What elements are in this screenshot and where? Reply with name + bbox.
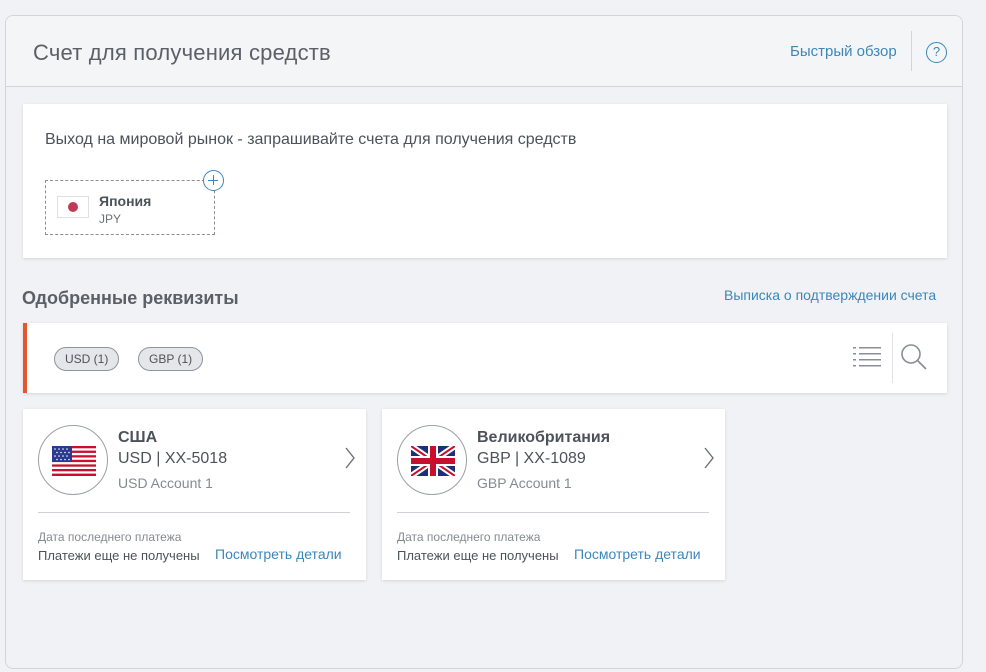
account-number: GBP | XX-1089	[477, 450, 586, 467]
add-icon[interactable]	[203, 170, 224, 191]
account-country: Великобритания	[477, 429, 611, 446]
search-icon[interactable]	[899, 342, 929, 372]
card-divider	[38, 512, 350, 513]
account-card-gbp[interactable]: Великобритания GBP | XX-1089 GBP Account…	[382, 409, 725, 580]
account-country: США	[118, 429, 158, 446]
view-details-link[interactable]: Посмотреть детали	[215, 546, 342, 562]
header-divider	[911, 31, 912, 71]
us-flag-icon	[52, 446, 96, 476]
flag-circle	[397, 425, 467, 495]
filter-chip-usd[interactable]: USD (1)	[54, 347, 120, 371]
chevron-right-icon[interactable]	[704, 447, 714, 469]
country-tile-japan[interactable]: Япония JPY	[45, 180, 215, 235]
quick-overview-link[interactable]: Быстрый обзор	[790, 43, 897, 60]
help-icon[interactable]: ?	[926, 42, 947, 63]
filter-divider	[892, 333, 893, 383]
currency-filter-bar: USD (1) GBP (1)	[23, 323, 947, 393]
view-details-link[interactable]: Посмотреть детали	[574, 546, 701, 562]
account-name: GBP Account 1	[477, 475, 572, 491]
account-card-usd[interactable]: США USD | XX-5018 USD Account 1 Дата пос…	[23, 409, 366, 580]
country-tile-name: Япония	[99, 193, 152, 209]
global-market-card: Выход на мировой рынок - запрашивайте сч…	[23, 104, 947, 258]
uk-flag-icon	[411, 446, 455, 476]
approved-details-title: Одобренные реквизиты	[22, 288, 239, 308]
last-payment-label: Дата последнего платежа	[38, 530, 182, 544]
account-number: USD | XX-5018	[118, 450, 228, 467]
flag-circle	[38, 425, 108, 495]
filter-chip-gbp[interactable]: GBP (1)	[138, 347, 204, 371]
global-market-prompt: Выход на мировой рынок - запрашивайте сч…	[45, 131, 577, 148]
receiving-accounts-panel: Счет для получения средств Быстрый обзор…	[5, 15, 963, 669]
japan-flag-icon	[57, 196, 89, 218]
card-divider	[397, 512, 709, 513]
last-payment-label: Дата последнего платежа	[397, 530, 541, 544]
last-payment-value: Платежи еще не получены	[38, 548, 200, 563]
panel-header: Счет для получения средств Быстрый обзор…	[6, 16, 962, 87]
account-confirmation-statement-link[interactable]: Выписка о подтверждении счета	[724, 287, 936, 303]
chevron-right-icon[interactable]	[345, 447, 355, 469]
country-tile-currency: JPY	[99, 212, 122, 226]
account-name: USD Account 1	[118, 475, 213, 491]
last-payment-value: Платежи еще не получены	[397, 548, 559, 563]
page-title: Счет для получения средств	[33, 40, 331, 65]
list-view-icon[interactable]	[853, 345, 881, 369]
